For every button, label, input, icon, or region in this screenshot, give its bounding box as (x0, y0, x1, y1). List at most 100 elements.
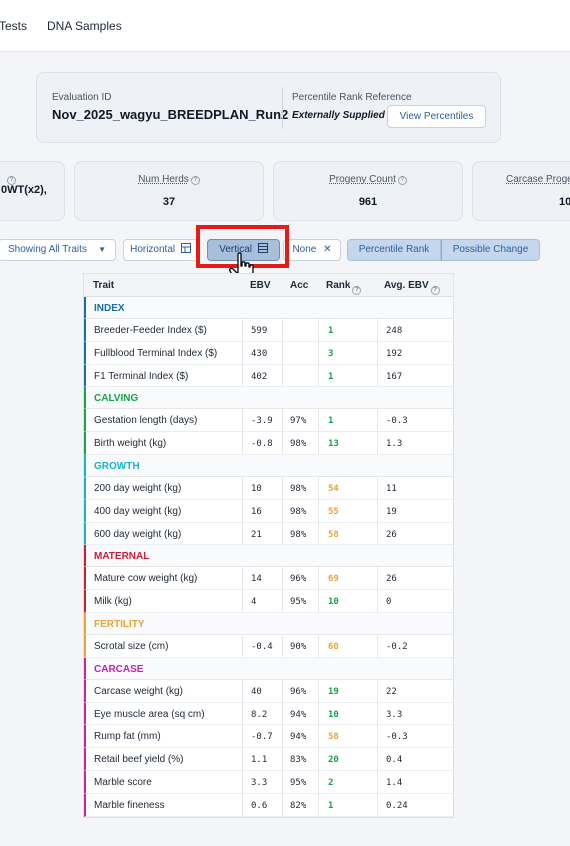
trait-name: Rump fat (mm) (94, 731, 161, 743)
column-divider (282, 590, 283, 612)
table-row[interactable]: Eye muscle area (sq cm) 8.2 94% 10 3.3 (84, 702, 453, 726)
table-row[interactable]: F1 Terminal Index ($) 402 1 167 (84, 364, 453, 388)
rank-value: 54 (328, 483, 339, 494)
ebv-value: 16 (251, 506, 262, 517)
acc-value: 95% (290, 597, 307, 608)
none-label: None (292, 244, 317, 255)
rank-value: 1 (328, 371, 334, 382)
category-row: CALVING (84, 387, 453, 410)
possible-change-button[interactable]: Possible Change (441, 239, 540, 261)
rank-value: 1 (328, 800, 334, 811)
table-row[interactable]: 600 day weight (kg) 21 98% 58 26 (84, 522, 453, 546)
chevron-down-icon: ▼ (98, 245, 106, 254)
view-percentiles-button[interactable]: View Percentiles (387, 105, 486, 128)
rank-header-label: Rank (326, 280, 351, 291)
column-divider (318, 634, 319, 657)
trait-name: Marble score (94, 776, 152, 788)
trait-name: Milk (kg) (94, 596, 132, 608)
table-row[interactable]: Birth weight (kg) -0.8 98% 13 1.3 (84, 432, 453, 455)
category-label: GROWTH (94, 460, 140, 472)
table-row[interactable]: Breeder-Feeder Index ($) 599 1 248 (84, 319, 453, 342)
stat-value: 961 (358, 196, 378, 208)
column-divider (282, 793, 283, 816)
avg-ebv-value: 167 (386, 371, 403, 382)
none-button[interactable]: None ✕ (283, 239, 341, 261)
rank-value: 10 (328, 597, 339, 608)
ebv-value: 4 (251, 597, 257, 608)
help-icon[interactable]: ? (190, 176, 200, 185)
tab-tests[interactable]: Tests (0, 19, 27, 33)
top-nav: Tests DNA Samples (0, 0, 570, 52)
rank-value: 58 (328, 732, 339, 743)
table-row[interactable]: Marble fineness 0.6 82% 1 0.24 (84, 793, 453, 817)
rank-value: 1 (328, 416, 334, 427)
column-divider (377, 748, 378, 770)
ebv-value: -3.9 (251, 416, 273, 427)
stat-label: Carcase Proge (506, 174, 570, 185)
category-label: MATERNAL (94, 551, 150, 563)
table-row[interactable]: Rump fat (mm) -0.7 94% 58 -0.3 (84, 725, 453, 749)
ebv-value: -0.8 (251, 439, 273, 450)
table-grid-icon (180, 243, 191, 253)
stat-value: 0WT(x2), (1, 184, 47, 196)
table-header: Trait EBV Acc Rank? Avg. EBV? (84, 274, 453, 297)
table-row[interactable]: 400 day weight (kg) 16 98% 55 19 (84, 499, 453, 523)
table-row[interactable]: Retail beef yield (%) 1.1 83% 20 0.4 (84, 748, 453, 771)
horizontal-label: Horizontal (130, 244, 176, 255)
column-divider (242, 319, 243, 341)
stat-card-genotype: ? 0WT(x2), (0, 161, 65, 221)
help-icon[interactable]: ? (352, 286, 362, 295)
category-row: FERTILITY (84, 612, 453, 635)
column-divider (242, 476, 243, 499)
column-divider (318, 522, 319, 545)
column-divider (242, 590, 243, 612)
category-row: MATERNAL (84, 545, 453, 568)
column-divider (318, 725, 319, 748)
category-label: INDEX (94, 303, 125, 314)
avg-ebv-value: 3.3 (386, 709, 403, 720)
category-row: GROWTH (84, 454, 453, 477)
column-divider (282, 409, 283, 432)
avg-ebv-value: 19 (386, 506, 397, 517)
table-row[interactable]: Gestation length (days) -3.9 97% 1 -0.3 (84, 409, 453, 433)
table-row[interactable]: 200 day weight (kg) 10 98% 54 11 (84, 476, 453, 500)
avg-ebv-value: 0.4 (386, 755, 403, 766)
table-row[interactable]: Scrotal size (cm) -0.4 90% 60 -0.2 (84, 634, 453, 658)
showing-traits-dropdown[interactable]: Showing All Traits ▼ (0, 239, 116, 261)
avg-ebv-value: -0.2 (386, 641, 408, 652)
table-row[interactable]: Carcase weight (kg) 40 96% 19 22 (84, 679, 453, 703)
column-divider (318, 341, 319, 364)
category-label: FERTILITY (94, 618, 145, 630)
avg-ebv-value: 11 (386, 483, 397, 494)
trait-name: Marble fineness (94, 799, 165, 811)
column-divider (377, 499, 378, 522)
table-row[interactable]: Fullblood Terminal Index ($) 430 3 192 (84, 341, 453, 365)
column-divider (377, 770, 378, 793)
column-divider (242, 679, 243, 702)
avg-ebv-value: 1.4 (386, 777, 403, 788)
table-row[interactable]: Marble score 3.3 95% 2 1.4 (84, 770, 453, 794)
table-row[interactable]: Milk (kg) 4 95% 10 0 (84, 590, 453, 613)
rank-value: 3 (328, 348, 334, 359)
avg-ebv-value: -0.3 (386, 732, 408, 743)
trait-name: Eye muscle area (sq cm) (94, 708, 205, 720)
rank-value: 58 (328, 529, 339, 540)
showing-traits-label: Showing All Traits (8, 244, 87, 255)
horizontal-button[interactable]: Horizontal (123, 239, 198, 261)
column-divider (318, 679, 319, 702)
category-label: CARCASE (94, 663, 144, 675)
percentile-reference-label: Percentile Rank Reference (292, 92, 412, 103)
column-divider (377, 476, 378, 499)
help-icon[interactable]: ? (397, 176, 407, 185)
help-icon[interactable]: ? (430, 286, 440, 295)
avg-ebv-column-header: Avg. EBV? (384, 280, 440, 295)
avg-ebv-value: 0 (386, 597, 392, 608)
percentile-rank-button[interactable]: Percentile Rank (347, 239, 441, 261)
table-row[interactable]: Mature cow weight (kg) 14 96% 69 26 (84, 567, 453, 591)
stat-value: 10 (559, 196, 570, 208)
acc-value: 94% (290, 709, 307, 720)
acc-value: 83% (290, 755, 307, 766)
ebv-value: 1.1 (251, 755, 268, 766)
column-divider (318, 499, 319, 522)
tab-dna-samples[interactable]: DNA Samples (47, 19, 122, 33)
